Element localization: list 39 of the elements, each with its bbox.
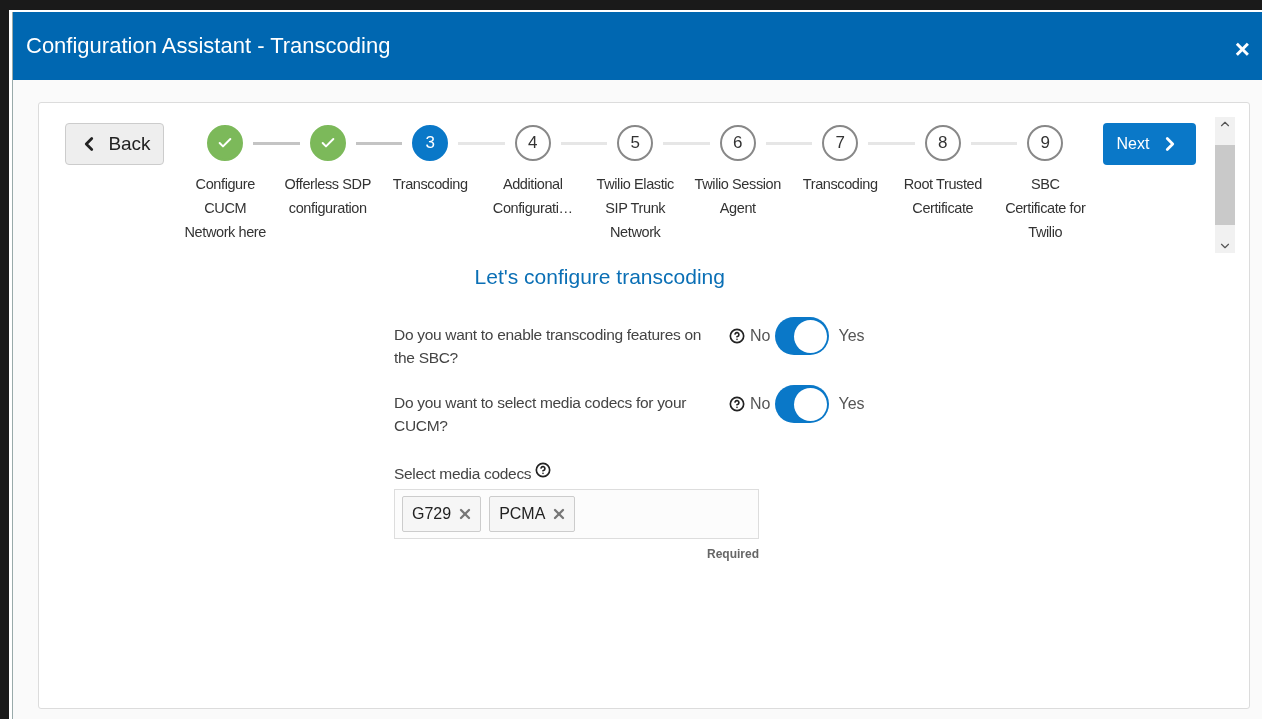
step-number: 4 bbox=[528, 133, 538, 153]
step-label: SBC Certificate for Twilio bbox=[1004, 175, 1087, 242]
step-label: Transcoding bbox=[801, 175, 879, 194]
scroll-thumb[interactable] bbox=[1214, 145, 1235, 225]
scrollbar[interactable] bbox=[1214, 117, 1235, 253]
step-label: Twilio Session Agent bbox=[693, 175, 782, 218]
help-icon[interactable] bbox=[535, 462, 552, 478]
section-heading: Let's configure transcoding bbox=[474, 265, 725, 289]
step-number: 5 bbox=[630, 133, 640, 153]
step-number: 6 bbox=[733, 133, 743, 153]
step-label: Additional Configurati… bbox=[491, 175, 574, 218]
step-label: Twilio Elastic SIP Trunk Network bbox=[595, 175, 675, 242]
codec-tag: PCMA bbox=[489, 496, 576, 532]
on-label: Yes bbox=[838, 327, 865, 345]
window-title: Configuration Assistant - Transcoding bbox=[26, 33, 391, 59]
back-button[interactable]: Back bbox=[65, 123, 164, 165]
on-label: Yes bbox=[838, 395, 865, 413]
required-hint: Required bbox=[706, 547, 759, 561]
step-number: 9 bbox=[1040, 133, 1050, 153]
field-label: Select media codecs bbox=[394, 465, 532, 483]
step-number: 8 bbox=[938, 133, 948, 153]
step-label: Offerless SDP configuration bbox=[283, 175, 372, 218]
off-label: No bbox=[750, 327, 771, 345]
toggle-switch[interactable] bbox=[775, 317, 830, 355]
question-text: Do you want to select media codecs for your CUCM? bbox=[394, 393, 688, 436]
step-label: Configure CUCM Network here bbox=[183, 175, 267, 242]
step-number: 3 bbox=[425, 133, 435, 153]
codec-select-field[interactable]: G729 PCMA bbox=[394, 489, 759, 539]
step-label: Root Trusted Certificate bbox=[902, 175, 983, 218]
toggle-switch[interactable] bbox=[775, 385, 830, 423]
next-button[interactable]: Next bbox=[1102, 123, 1196, 165]
codec-tag: G729 bbox=[402, 496, 482, 532]
step-number: 7 bbox=[835, 133, 845, 153]
close-button[interactable]: × bbox=[1228, 33, 1256, 65]
step-label: Transcoding bbox=[391, 175, 469, 194]
question-text: Do you want to enable transcoding features on the SBC? bbox=[394, 325, 703, 368]
off-label: No bbox=[750, 395, 771, 413]
help-icon[interactable] bbox=[729, 328, 745, 344]
help-icon[interactable] bbox=[729, 396, 745, 412]
